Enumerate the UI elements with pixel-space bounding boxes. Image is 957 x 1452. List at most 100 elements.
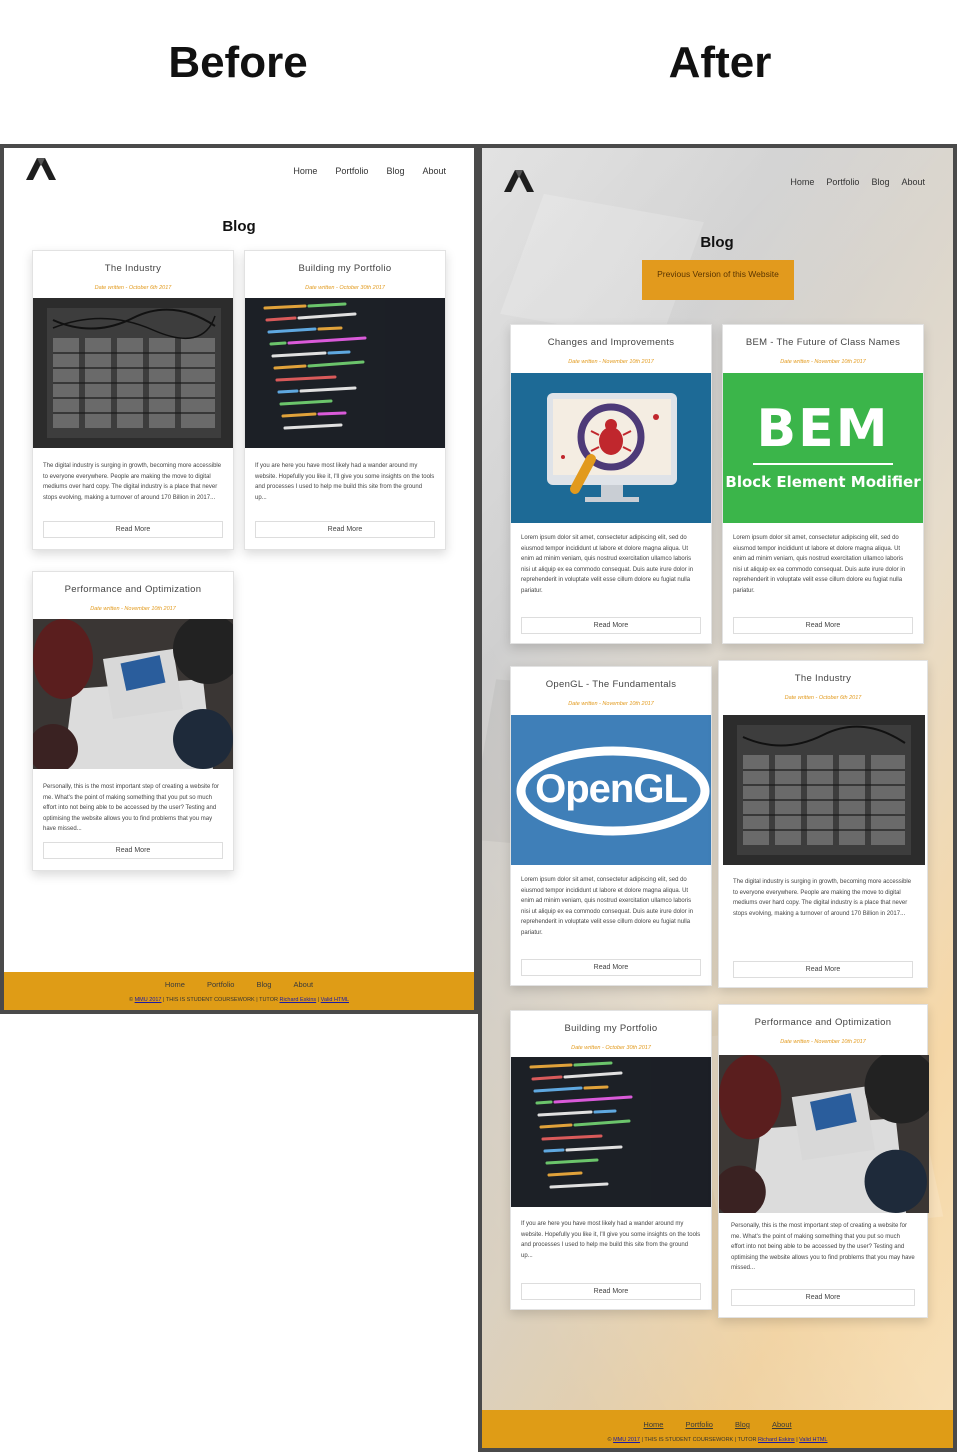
card-excerpt: If you are here you have most likely had… <box>521 1221 701 1259</box>
read-more-button[interactable]: Read More <box>43 521 223 538</box>
card-title: Changes and Improvements <box>547 337 675 348</box>
valid-html-link[interactable]: Valid HTML <box>321 997 349 1003</box>
after-heading: After <box>668 38 772 87</box>
nav-about[interactable]: About <box>901 177 925 187</box>
copyright-symbol: © <box>607 1437 612 1443</box>
bem-logo-text: BEM <box>756 399 890 459</box>
card-excerpt: Personally, this is the most important s… <box>731 1223 915 1271</box>
read-more-button[interactable]: Read More <box>731 1289 915 1306</box>
code-screen-image <box>245 298 445 448</box>
blog-card-industry: The Industry Date written - October 6th … <box>32 250 234 550</box>
after-screenshot: Home Portfolio Blog About Blog Previous … <box>478 144 957 1452</box>
nav-portfolio[interactable]: Portfolio <box>826 177 859 187</box>
card-date: Date written - November 10th 2017 <box>780 1039 866 1045</box>
nav-blog[interactable]: Blog <box>871 177 889 187</box>
read-more-button[interactable]: Read More <box>255 521 435 538</box>
footer-link-home[interactable]: Home <box>165 980 185 989</box>
card-title: Performance and Optimization <box>64 584 202 595</box>
main-nav: Home Portfolio Blog About <box>293 166 446 176</box>
coursework-note: | THIS IS STUDENT COURSEWORK | TUTOR <box>163 997 278 1003</box>
site-logo-icon[interactable] <box>26 158 56 180</box>
code-screen-image <box>511 1057 711 1207</box>
before-screenshot: Home Portfolio Blog About Blog The Indus… <box>0 144 478 1014</box>
card-excerpt: The digital industry is surging in growt… <box>733 879 912 917</box>
opengl-logo-text: OpenGL <box>535 767 688 811</box>
footer-copyright: © MMU 2017 | THIS IS STUDENT COURSEWORK … <box>482 1437 953 1443</box>
footer-separator: | <box>317 997 320 1003</box>
coursework-note: | THIS IS STUDENT COURSEWORK | TUTOR <box>641 1437 757 1443</box>
card-date: Date written - November 10th 2017 <box>568 701 654 707</box>
footer-link-portfolio[interactable]: Portfolio <box>685 1420 713 1429</box>
blog-card-performance: Performance and Optimization Date writte… <box>32 571 234 871</box>
tutor-link[interactable]: Richard Eskins <box>279 997 316 1003</box>
footer-link-blog[interactable]: Blog <box>256 980 271 989</box>
server-rack-image <box>33 298 233 448</box>
read-more-button[interactable]: Read More <box>733 617 913 634</box>
blog-card-changes: Changes and Improvements Date written - … <box>510 324 712 644</box>
blog-card-bem: BEM - The Future of Class Names Date wri… <box>722 324 924 644</box>
mmu-link[interactable]: MMU 2017 <box>613 1437 640 1443</box>
copyright-symbol: © <box>129 997 134 1003</box>
footer-link-about[interactable]: About <box>772 1420 792 1429</box>
card-excerpt: If you are here you have most likely had… <box>255 463 435 501</box>
blog-card-portfolio: Building my Portfolio Date written - Oct… <box>244 250 446 550</box>
card-excerpt: Lorem ipsum dolor sit amet, consectetur … <box>733 535 906 594</box>
page-title: Blog <box>700 234 734 251</box>
site-logo-icon[interactable] <box>504 170 534 192</box>
card-excerpt: The digital industry is surging in growt… <box>43 463 222 501</box>
bem-image: BEM Block Element Modifier <box>723 373 923 523</box>
read-more-button[interactable]: Read More <box>733 961 913 978</box>
card-date: Date written - October 30th 2017 <box>305 285 385 291</box>
card-title: Building my Portfolio <box>564 1023 658 1034</box>
card-title: Building my Portfolio <box>298 263 392 274</box>
card-excerpt: Lorem ipsum dolor sit amet, consectetur … <box>521 877 694 936</box>
server-rack-image <box>723 715 925 865</box>
valid-html-link[interactable]: Valid HTML <box>799 1437 827 1443</box>
bug-monitor-image <box>511 373 711 523</box>
site-footer: Home Portfolio Blog About © MMU 2017 | T… <box>4 972 474 1010</box>
nav-portfolio[interactable]: Portfolio <box>335 166 368 176</box>
blog-card-portfolio: Building my Portfolio Date written - Oct… <box>510 1010 712 1310</box>
card-excerpt: Lorem ipsum dolor sit amet, consectetur … <box>521 535 694 594</box>
mmu-link[interactable]: MMU 2017 <box>135 997 162 1003</box>
card-date: Date written - November 10th 2017 <box>90 606 176 612</box>
nav-home[interactable]: Home <box>293 166 317 176</box>
card-date: Date written - October 30th 2017 <box>571 1045 651 1051</box>
card-date: Date written - November 10th 2017 <box>568 359 654 365</box>
read-more-button[interactable]: Read More <box>521 617 701 634</box>
card-title: BEM - The Future of Class Names <box>745 337 901 348</box>
footer-link-home[interactable]: Home <box>643 1420 663 1429</box>
previous-version-button[interactable]: Previous Version of this Website <box>642 260 794 300</box>
footer-separator: | <box>796 1437 798 1443</box>
card-title: Performance and Optimization <box>754 1017 892 1028</box>
card-title: OpenGL - The Fundamentals <box>545 679 677 690</box>
nav-home[interactable]: Home <box>790 177 814 187</box>
opengl-image: OpenGL <box>511 715 711 865</box>
nav-about[interactable]: About <box>422 166 446 176</box>
team-laptop-image <box>33 619 233 769</box>
blog-card-performance: Performance and Optimization Date writte… <box>718 1004 929 1318</box>
card-date: Date written - November 10th 2017 <box>780 359 866 365</box>
page-title: Blog <box>222 218 256 235</box>
bem-subtitle-text: Block Element Modifier <box>725 473 921 491</box>
team-laptop-image <box>719 1055 929 1213</box>
card-excerpt: Personally, this is the most important s… <box>43 784 219 832</box>
blog-card-opengl: OpenGL - The Fundamentals Date written -… <box>510 666 712 986</box>
footer-link-blog[interactable]: Blog <box>735 1420 750 1429</box>
main-nav: Home Portfolio Blog About <box>790 177 925 187</box>
blog-card-industry: The Industry Date written - October 6th … <box>718 660 928 988</box>
read-more-button[interactable]: Read More <box>521 1283 701 1300</box>
card-title: The Industry <box>104 263 162 274</box>
tutor-link[interactable]: Richard Eskins <box>758 1437 795 1443</box>
card-title: The Industry <box>794 673 852 684</box>
footer-copyright: © MMU 2017 | THIS IS STUDENT COURSEWORK … <box>4 997 474 1003</box>
site-footer: Home Portfolio Blog About © MMU 2017 | T… <box>482 1410 953 1448</box>
nav-blog[interactable]: Blog <box>386 166 404 176</box>
card-date: Date written - October 6th 2017 <box>94 285 172 291</box>
footer-link-about[interactable]: About <box>293 980 313 989</box>
card-date: Date written - October 6th 2017 <box>784 695 862 701</box>
footer-link-portfolio[interactable]: Portfolio <box>207 980 235 989</box>
before-heading: Before <box>168 38 308 87</box>
read-more-button[interactable]: Read More <box>43 842 223 859</box>
read-more-button[interactable]: Read More <box>521 959 701 976</box>
